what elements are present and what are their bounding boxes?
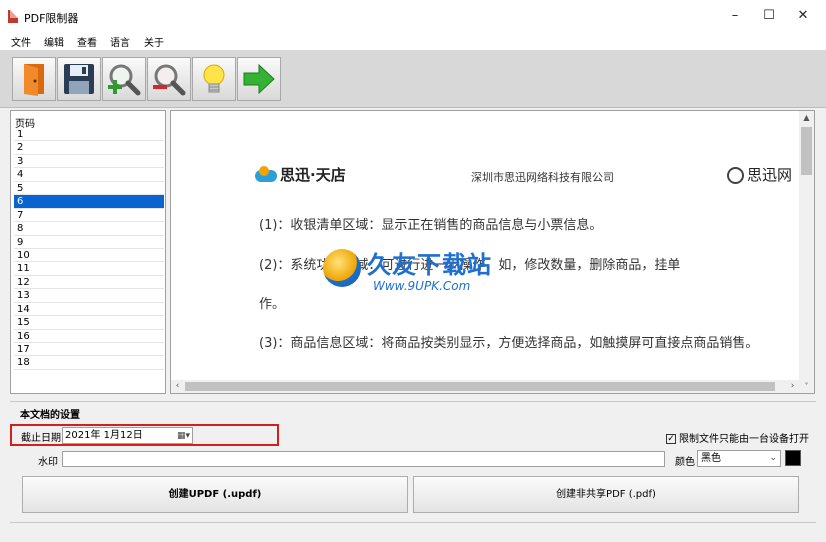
doc-logo-left-text: 思迅·天店: [280, 166, 346, 184]
doc-logo-right-text: 思迅网: [747, 166, 793, 184]
page-row[interactable]: 14: [14, 303, 164, 317]
doc-logo-right: 思迅网: [727, 164, 792, 185]
maximize-button[interactable]: ☐: [751, 0, 787, 32]
save-icon: [64, 64, 94, 94]
scroll-down-icon[interactable]: ˅: [799, 380, 814, 393]
doc-logo-left: 思迅·天店: [255, 164, 346, 185]
lightbulb-icon: [203, 64, 225, 93]
menu-edit[interactable]: 编辑: [44, 34, 64, 49]
pdf-app-icon: [8, 10, 18, 23]
page-row[interactable]: 16: [14, 330, 164, 343]
page-row[interactable]: 2: [14, 141, 164, 155]
watermark-input[interactable]: [62, 451, 665, 467]
page-row[interactable]: 5: [14, 182, 164, 196]
menu-bar: 文件 编辑 查看 语言 关于: [0, 32, 826, 50]
document-viewer[interactable]: 思迅·天店 深圳市思迅网络科技有限公司 思迅网 (1)：收银清单区域：显示正在销…: [170, 110, 815, 394]
page-row[interactable]: 1: [14, 128, 164, 142]
document-page: 思迅·天店 深圳市思迅网络科技有限公司 思迅网 (1)：收银清单区域：显示正在销…: [171, 111, 799, 381]
page-row[interactable]: 8: [14, 222, 164, 236]
page-row[interactable]: 7: [14, 209, 164, 223]
doc-company-name: 深圳市思迅网络科技有限公司: [471, 171, 614, 184]
zoom-out-button[interactable]: [147, 57, 191, 101]
expiry-date-value: 2021年 1月12日: [65, 430, 143, 441]
zoom-in-icon: [108, 64, 141, 96]
doc-line-1: (1)：收银清单区域：显示正在销售的商品信息与小票信息。: [259, 218, 603, 233]
ring-logo-icon: [727, 167, 744, 184]
page-row[interactable]: 13: [14, 289, 164, 303]
menu-file[interactable]: 文件: [11, 34, 31, 49]
site-watermark: 久友下载站 Www.9UPK.Com: [323, 245, 503, 301]
minimize-button[interactable]: –: [717, 0, 753, 32]
zoom-out-icon: [153, 64, 186, 96]
page-row[interactable]: 12: [14, 276, 164, 290]
toolbar: [0, 50, 826, 108]
color-swatch[interactable]: [785, 450, 801, 466]
settings-title: 本文档的设置: [20, 410, 80, 421]
window-title: PDF限制器: [24, 12, 79, 25]
menu-language[interactable]: 语言: [110, 34, 130, 49]
watermark-url: Www.9UPK.Com: [373, 279, 471, 293]
color-label: 颜色: [675, 457, 695, 468]
create-pdf-button[interactable]: 创建非共享PDF (.pdf): [413, 476, 799, 513]
single-device-option[interactable]: ✓ 限制文件只能由一台设备打开: [666, 430, 809, 445]
calendar-dropdown-icon[interactable]: ▦▾: [177, 429, 190, 444]
bottom-divider: [10, 522, 816, 523]
chevron-down-icon: ⌄: [769, 453, 777, 463]
doc-line-2b: 作。: [259, 297, 286, 312]
globe-logo-icon: [323, 249, 361, 287]
open-icon: [24, 64, 44, 96]
vertical-scroll-thumb[interactable]: [801, 127, 812, 175]
tips-button[interactable]: [192, 57, 236, 101]
page-list-panel: 页码 1 2 3 4 5 6 7 8 9 10 11 12 13 14 15 16 17 18: [10, 110, 166, 394]
page-row[interactable]: 18: [14, 356, 164, 370]
close-button[interactable]: ✕: [785, 0, 821, 32]
expiry-date-picker[interactable]: 2021年 1月12日 ▦▾: [62, 427, 193, 444]
page-row[interactable]: 17: [14, 343, 164, 357]
single-device-label: 限制文件只能由一台设备打开: [679, 434, 809, 445]
menu-view[interactable]: 查看: [77, 34, 97, 49]
scroll-up-icon[interactable]: ▲: [799, 111, 814, 125]
settings-divider: [10, 401, 816, 402]
horizontal-scrollbar[interactable]: ‹ ›: [171, 380, 799, 393]
color-select-value: 黑色: [701, 453, 721, 464]
single-device-checkbox[interactable]: ✓: [666, 434, 676, 444]
page-row[interactable]: 4: [14, 168, 164, 182]
title-bar: PDF限制器 – ☐ ✕: [0, 0, 826, 32]
page-row[interactable]: 3: [14, 155, 164, 169]
doc-line-3: (3)：商品信息区域：将商品按类别显示，方便选择商品，如触摸屏可直接点商品销售。: [259, 336, 759, 351]
page-row[interactable]: 9: [14, 236, 164, 249]
page-row[interactable]: 10: [14, 249, 164, 263]
create-updf-button[interactable]: 创建UPDF (.updf): [22, 476, 408, 513]
horizontal-scroll-thumb[interactable]: [185, 382, 775, 391]
save-button[interactable]: [57, 57, 101, 101]
page-row[interactable]: 11: [14, 262, 164, 276]
cloud-logo-icon: [255, 165, 277, 182]
arrow-right-icon: [243, 63, 275, 95]
watermark-label: 水印: [38, 457, 58, 468]
page-list: 1 2 3 4 5 6 7 8 9 10 11 12 13 14 15 16 17 18: [14, 128, 164, 370]
open-button[interactable]: [12, 57, 56, 101]
page-row[interactable]: 15: [14, 316, 164, 330]
scroll-right-icon[interactable]: ›: [786, 380, 799, 393]
watermark-text: 久友下载站: [367, 251, 492, 279]
expiry-date-label: 截止日期: [21, 433, 61, 444]
scroll-left-icon[interactable]: ‹: [171, 380, 184, 393]
menu-about[interactable]: 关于: [144, 34, 164, 49]
zoom-in-button[interactable]: [102, 57, 146, 101]
vertical-scrollbar[interactable]: ▲: [799, 111, 814, 381]
color-select[interactable]: 黑色 ⌄: [697, 450, 781, 467]
page-row[interactable]: 6: [14, 195, 164, 209]
next-button[interactable]: [237, 57, 281, 101]
